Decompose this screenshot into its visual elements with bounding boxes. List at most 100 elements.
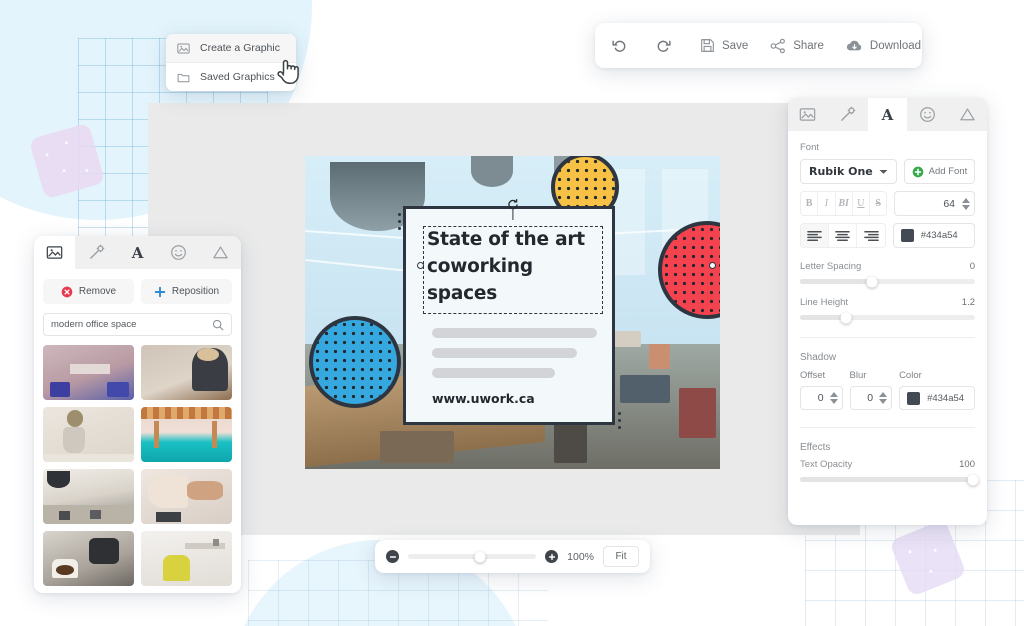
add-font-button[interactable]: Add Font bbox=[904, 159, 975, 184]
tab-shapes[interactable] bbox=[200, 236, 241, 269]
thumbnail-item[interactable] bbox=[43, 407, 134, 462]
stepper-down-icon[interactable] bbox=[830, 399, 838, 404]
zoom-toolbar: 100% Fit bbox=[375, 540, 650, 573]
font-family-select[interactable]: Rubik One bbox=[800, 159, 897, 184]
placeholder-line bbox=[432, 328, 597, 338]
placeholder-line bbox=[432, 368, 555, 378]
headline-text[interactable]: State of the art coworking spaces bbox=[427, 226, 607, 308]
thumbnail-item[interactable] bbox=[141, 345, 232, 400]
thumbnail-item[interactable] bbox=[141, 531, 232, 586]
zoom-out-button[interactable] bbox=[386, 550, 399, 563]
align-left-button[interactable] bbox=[801, 224, 829, 247]
search-icon[interactable] bbox=[212, 319, 224, 331]
thumbnail-item[interactable] bbox=[141, 469, 232, 524]
tab-images[interactable] bbox=[34, 236, 75, 269]
share-button[interactable]: Share bbox=[759, 23, 835, 68]
text-color-picker[interactable]: #434a54 bbox=[893, 223, 975, 248]
shadow-blur-stepper[interactable]: 0 bbox=[850, 386, 893, 410]
canvas-url-text[interactable]: www.uwork.ca bbox=[432, 391, 535, 406]
italic-button[interactable]: I bbox=[818, 192, 835, 215]
shadow-blur-value: 0 bbox=[867, 392, 873, 404]
text-color-value: #434a54 bbox=[921, 230, 958, 241]
redo-icon bbox=[656, 38, 671, 53]
shadow-offset-stepper[interactable]: 0 bbox=[800, 386, 843, 410]
line-height-label: Line Height bbox=[800, 297, 848, 308]
share-label: Share bbox=[793, 40, 824, 52]
letter-spacing-row: Letter Spacing 0 bbox=[800, 261, 975, 272]
menu-item-label: Create a Graphic bbox=[200, 42, 280, 54]
font-size-stepper[interactable]: 64 bbox=[894, 191, 975, 216]
align-center-button[interactable] bbox=[829, 224, 857, 247]
save-button[interactable]: Save bbox=[689, 23, 759, 68]
undo-icon bbox=[612, 38, 627, 53]
left-panel-tabs: A bbox=[34, 236, 241, 269]
font-size-value: 64 bbox=[943, 198, 955, 210]
tab-shapes[interactable] bbox=[947, 98, 987, 131]
fit-button[interactable]: Fit bbox=[603, 546, 639, 567]
design-card[interactable]: State of the art coworking spaces www.uw… bbox=[403, 206, 615, 425]
align-right-button[interactable] bbox=[857, 224, 884, 247]
reposition-label: Reposition bbox=[172, 286, 219, 297]
panel-divider bbox=[800, 337, 975, 338]
thumbnail-item[interactable] bbox=[43, 469, 134, 524]
thumbnail-item[interactable] bbox=[43, 345, 134, 400]
strikethrough-button[interactable]: S bbox=[870, 192, 886, 215]
reposition-button[interactable]: Reposition bbox=[141, 279, 232, 304]
plus-icon bbox=[154, 286, 166, 298]
tab-effects[interactable] bbox=[75, 236, 116, 269]
image-action-buttons: Remove Reposition bbox=[43, 279, 232, 304]
stepper-up-icon[interactable] bbox=[830, 392, 838, 397]
shadow-controls: Offset 0 Blur 0 bbox=[800, 370, 975, 410]
line-height-row: Line Height 1.2 bbox=[800, 297, 975, 308]
design-canvas[interactable]: State of the art coworking spaces www.uw… bbox=[305, 156, 720, 469]
stepper-arrows[interactable] bbox=[879, 392, 887, 404]
letter-spacing-slider[interactable] bbox=[800, 279, 975, 284]
text-opacity-slider[interactable] bbox=[800, 477, 975, 482]
folder-icon bbox=[177, 71, 190, 84]
line-height-value: 1.2 bbox=[962, 297, 975, 308]
tab-images[interactable] bbox=[788, 98, 828, 131]
tab-stickers[interactable] bbox=[907, 98, 947, 131]
underline-button[interactable]: U bbox=[853, 192, 870, 215]
zoom-in-button[interactable] bbox=[545, 550, 558, 563]
add-font-label: Add Font bbox=[929, 166, 968, 177]
card-handle-bottom-right[interactable] bbox=[618, 412, 621, 433]
bold-button[interactable]: B bbox=[801, 192, 818, 215]
align-center-icon bbox=[835, 230, 850, 242]
stepper-up-icon[interactable] bbox=[879, 392, 887, 397]
resize-handle-right[interactable] bbox=[709, 262, 716, 269]
thumbnail-item[interactable] bbox=[141, 407, 232, 462]
undo-button[interactable] bbox=[601, 23, 645, 68]
redo-button[interactable] bbox=[645, 23, 689, 68]
search-input[interactable] bbox=[51, 319, 208, 330]
stepper-down-icon[interactable] bbox=[879, 399, 887, 404]
image-search-field[interactable] bbox=[43, 313, 232, 336]
tab-effects[interactable] bbox=[828, 98, 868, 131]
thumbnail-item[interactable] bbox=[43, 531, 134, 586]
tab-text[interactable]: A bbox=[868, 98, 908, 131]
shadow-color-value: #434a54 bbox=[927, 393, 964, 404]
shadow-color-picker[interactable]: #434a54 bbox=[899, 386, 975, 410]
stepper-down-icon[interactable] bbox=[962, 205, 970, 210]
line-height-slider[interactable] bbox=[800, 315, 975, 320]
download-label: Download bbox=[870, 40, 921, 52]
tab-stickers[interactable] bbox=[158, 236, 199, 269]
halftone-circle-blue bbox=[309, 316, 401, 408]
stepper-arrows[interactable] bbox=[830, 392, 838, 404]
zoom-slider[interactable] bbox=[408, 554, 536, 559]
resize-handle-left[interactable] bbox=[417, 262, 424, 269]
align-right-icon bbox=[864, 230, 879, 242]
stepper-arrows[interactable] bbox=[962, 198, 970, 210]
download-button[interactable]: Download bbox=[835, 23, 922, 68]
remove-button[interactable]: Remove bbox=[43, 279, 134, 304]
slider-knob[interactable] bbox=[840, 312, 851, 323]
remove-label: Remove bbox=[79, 286, 116, 297]
slider-knob[interactable] bbox=[866, 276, 877, 287]
tab-text[interactable]: A bbox=[117, 236, 158, 269]
images-panel: A Remove bbox=[34, 236, 241, 593]
zoom-slider-knob[interactable] bbox=[474, 551, 485, 562]
slider-knob[interactable] bbox=[968, 474, 979, 485]
stepper-up-icon[interactable] bbox=[962, 198, 970, 203]
card-handle-top-left[interactable] bbox=[398, 213, 401, 234]
bold-italic-button[interactable]: BI bbox=[836, 192, 853, 215]
